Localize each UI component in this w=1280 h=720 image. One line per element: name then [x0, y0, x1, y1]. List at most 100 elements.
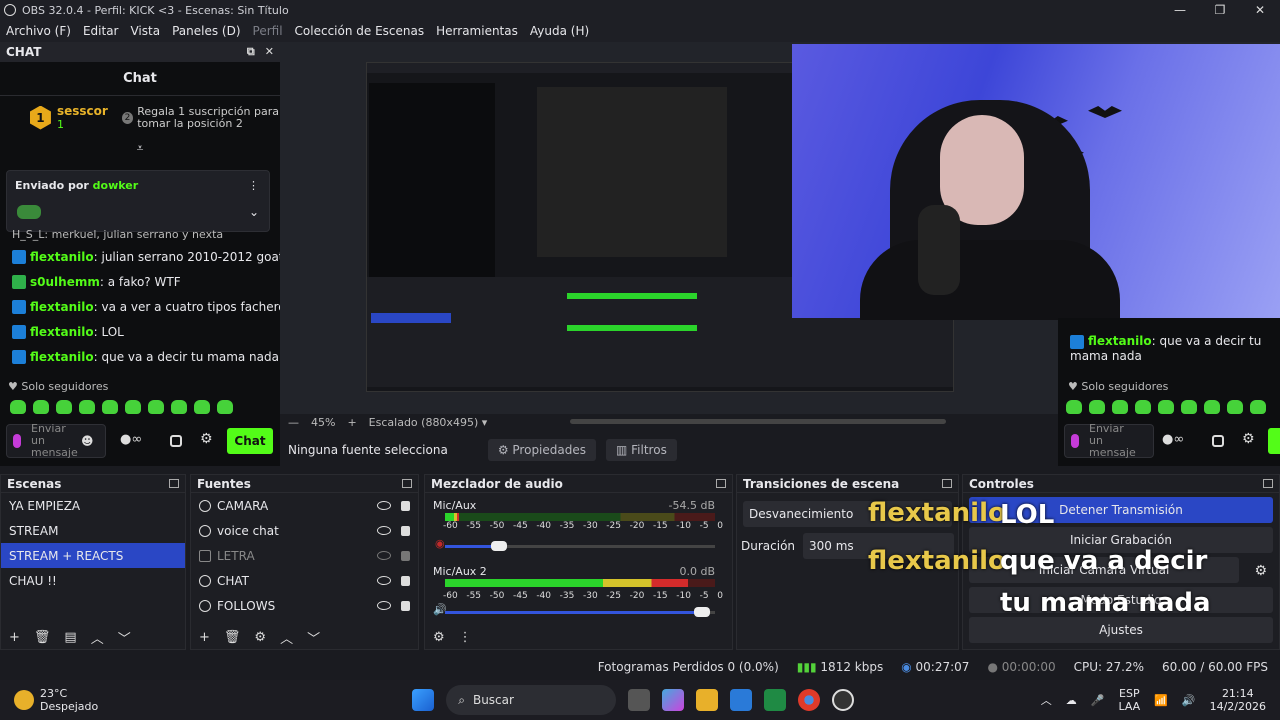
menu-tools[interactable]: Herramientas: [430, 24, 524, 38]
settings-gear-icon[interactable]: ⚙: [200, 431, 213, 447]
scene-item[interactable]: STREAM: [1, 518, 185, 543]
emote-icon[interactable]: [217, 400, 233, 414]
chevron-up-icon[interactable]: ︿: [280, 628, 293, 647]
emote-icon[interactable]: [1158, 400, 1174, 414]
undock-icon[interactable]: [402, 479, 412, 488]
lock-icon[interactable]: [401, 575, 410, 586]
minimize-button[interactable]: —: [1160, 0, 1200, 20]
weather-widget[interactable]: 23°C Despejado: [0, 687, 98, 713]
emote-icon[interactable]: [1204, 400, 1220, 414]
gift-user[interactable]: sesscor: [57, 104, 108, 118]
emote-icon[interactable]: [79, 400, 95, 414]
zoom-in-button[interactable]: +: [347, 416, 356, 429]
onedrive-icon[interactable]: ☁: [1066, 694, 1077, 707]
visibility-eye-icon[interactable]: [377, 600, 391, 610]
wifi-icon[interactable]: 📶: [1154, 694, 1168, 707]
chevron-up-icon[interactable]: ︿: [1041, 694, 1052, 707]
undock-icon[interactable]: ⧉: [247, 45, 255, 59]
undock-icon[interactable]: [1263, 479, 1273, 488]
more-icon[interactable]: ⋮: [248, 179, 259, 192]
word-icon[interactable]: [730, 689, 753, 711]
emote-icon[interactable]: [1089, 400, 1105, 414]
zoom-out-button[interactable]: —: [288, 416, 299, 429]
lock-icon[interactable]: [401, 600, 410, 611]
emote-icon[interactable]: [33, 400, 49, 414]
add-icon[interactable]: +: [9, 630, 20, 645]
lock-icon[interactable]: [401, 525, 410, 536]
preview-scrollbar[interactable]: [570, 419, 946, 424]
menu-profile[interactable]: Perfil: [247, 24, 289, 38]
copilot-icon[interactable]: [662, 689, 685, 711]
scene-item-selected[interactable]: STREAM + REACTS: [1, 543, 185, 568]
scene-item[interactable]: CHAU !!: [1, 568, 185, 593]
volume-slider[interactable]: [445, 607, 715, 617]
maximize-button[interactable]: ❐: [1200, 0, 1240, 20]
add-icon[interactable]: +: [199, 630, 210, 645]
mic-icon[interactable]: [13, 434, 21, 448]
volume-slider[interactable]: [445, 541, 715, 551]
pinned-message[interactable]: Enviado por dowker ⌄ ⋮: [6, 170, 270, 232]
obs-taskbar-icon[interactable]: [832, 689, 855, 711]
muted-speaker-icon[interactable]: ◉: [435, 537, 445, 550]
hidden-eye-icon[interactable]: [377, 550, 391, 560]
close-button[interactable]: ✕: [1240, 0, 1280, 20]
language-indicator[interactable]: ESP LAA: [1118, 687, 1140, 713]
menu-file[interactable]: Archivo (F): [0, 24, 77, 38]
mic-icon[interactable]: [1071, 434, 1079, 448]
filters-button[interactable]: ▥ Filtros: [606, 439, 677, 461]
send-chat-button[interactable]: Chat: [227, 428, 273, 454]
trash-icon[interactable]: 🗑: [224, 630, 241, 645]
lock-icon[interactable]: [401, 500, 410, 511]
close-dock-icon[interactable]: ✕: [265, 45, 274, 59]
chat-input[interactable]: Enviar un mensaje: [1064, 423, 1154, 459]
taskbar-search[interactable]: ⌕ Buscar: [446, 685, 617, 715]
chevron-down-icon[interactable]: ⌄: [249, 205, 259, 219]
emoji-icon[interactable]: ☻: [81, 435, 94, 447]
mixer-settings-icon[interactable]: ⚙: [433, 630, 445, 645]
lock-icon[interactable]: [401, 550, 410, 561]
filter-icon[interactable]: ▤: [64, 630, 76, 645]
microphone-tray-icon[interactable]: 🎤: [1091, 694, 1105, 707]
menu-scene-collection[interactable]: Colección de Escenas: [289, 24, 431, 38]
scene-item[interactable]: YA EMPIEZA: [1, 493, 185, 518]
source-item[interactable]: voice chat: [191, 518, 418, 543]
source-item[interactable]: FOLLOWS: [191, 593, 418, 618]
menu-help[interactable]: Ayuda (H): [524, 24, 595, 38]
chat-input[interactable]: Enviar un mensaje ☻: [6, 423, 106, 459]
volume-icon[interactable]: 🔊: [1182, 694, 1196, 707]
emote-icon[interactable]: [10, 400, 26, 414]
gear-icon[interactable]: ⚙: [254, 630, 266, 645]
gift-icon[interactable]: ●∞: [120, 432, 142, 447]
source-item[interactable]: CHAT: [191, 568, 418, 593]
gift-icon[interactable]: ●∞: [1162, 432, 1184, 447]
undock-icon[interactable]: [942, 479, 952, 488]
virtual-camera-settings-icon[interactable]: ⚙: [1254, 563, 1267, 579]
collapse-icon[interactable]: ⩡: [0, 141, 280, 156]
emote-icon[interactable]: [1181, 400, 1197, 414]
chrome-icon[interactable]: [798, 689, 821, 711]
store-icon[interactable]: [1212, 435, 1224, 447]
properties-button[interactable]: ⚙ Propiedades: [487, 439, 596, 461]
undock-icon[interactable]: [716, 479, 726, 488]
menu-docks[interactable]: Paneles (D): [166, 24, 246, 38]
emote-icon[interactable]: [148, 400, 164, 414]
speaker-icon[interactable]: 🔊: [433, 603, 447, 616]
emote-icon[interactable]: [102, 400, 118, 414]
source-item[interactable]: CAMARA: [191, 493, 418, 518]
scale-select[interactable]: Escalado (880x495) ▾: [369, 416, 488, 429]
clock[interactable]: 21:14 14/2/2026: [1210, 687, 1266, 713]
undock-icon[interactable]: [169, 479, 179, 488]
emote-icon[interactable]: [1250, 400, 1266, 414]
chevron-down-icon[interactable]: ﹀: [307, 628, 320, 647]
menu-view[interactable]: Vista: [124, 24, 166, 38]
settings-gear-icon[interactable]: ⚙: [1242, 431, 1255, 447]
more-icon[interactable]: ⋮: [459, 630, 472, 645]
emote-icon[interactable]: [125, 400, 141, 414]
pinned-user[interactable]: dowker: [93, 179, 139, 192]
visibility-eye-icon[interactable]: [377, 525, 391, 535]
store-icon[interactable]: [170, 435, 182, 447]
emote-icon[interactable]: [1135, 400, 1151, 414]
gift-cta-text[interactable]: Regala 1 suscripción para tomar la posic…: [137, 105, 280, 130]
emote-icon[interactable]: [171, 400, 187, 414]
visibility-eye-icon[interactable]: [377, 500, 391, 510]
